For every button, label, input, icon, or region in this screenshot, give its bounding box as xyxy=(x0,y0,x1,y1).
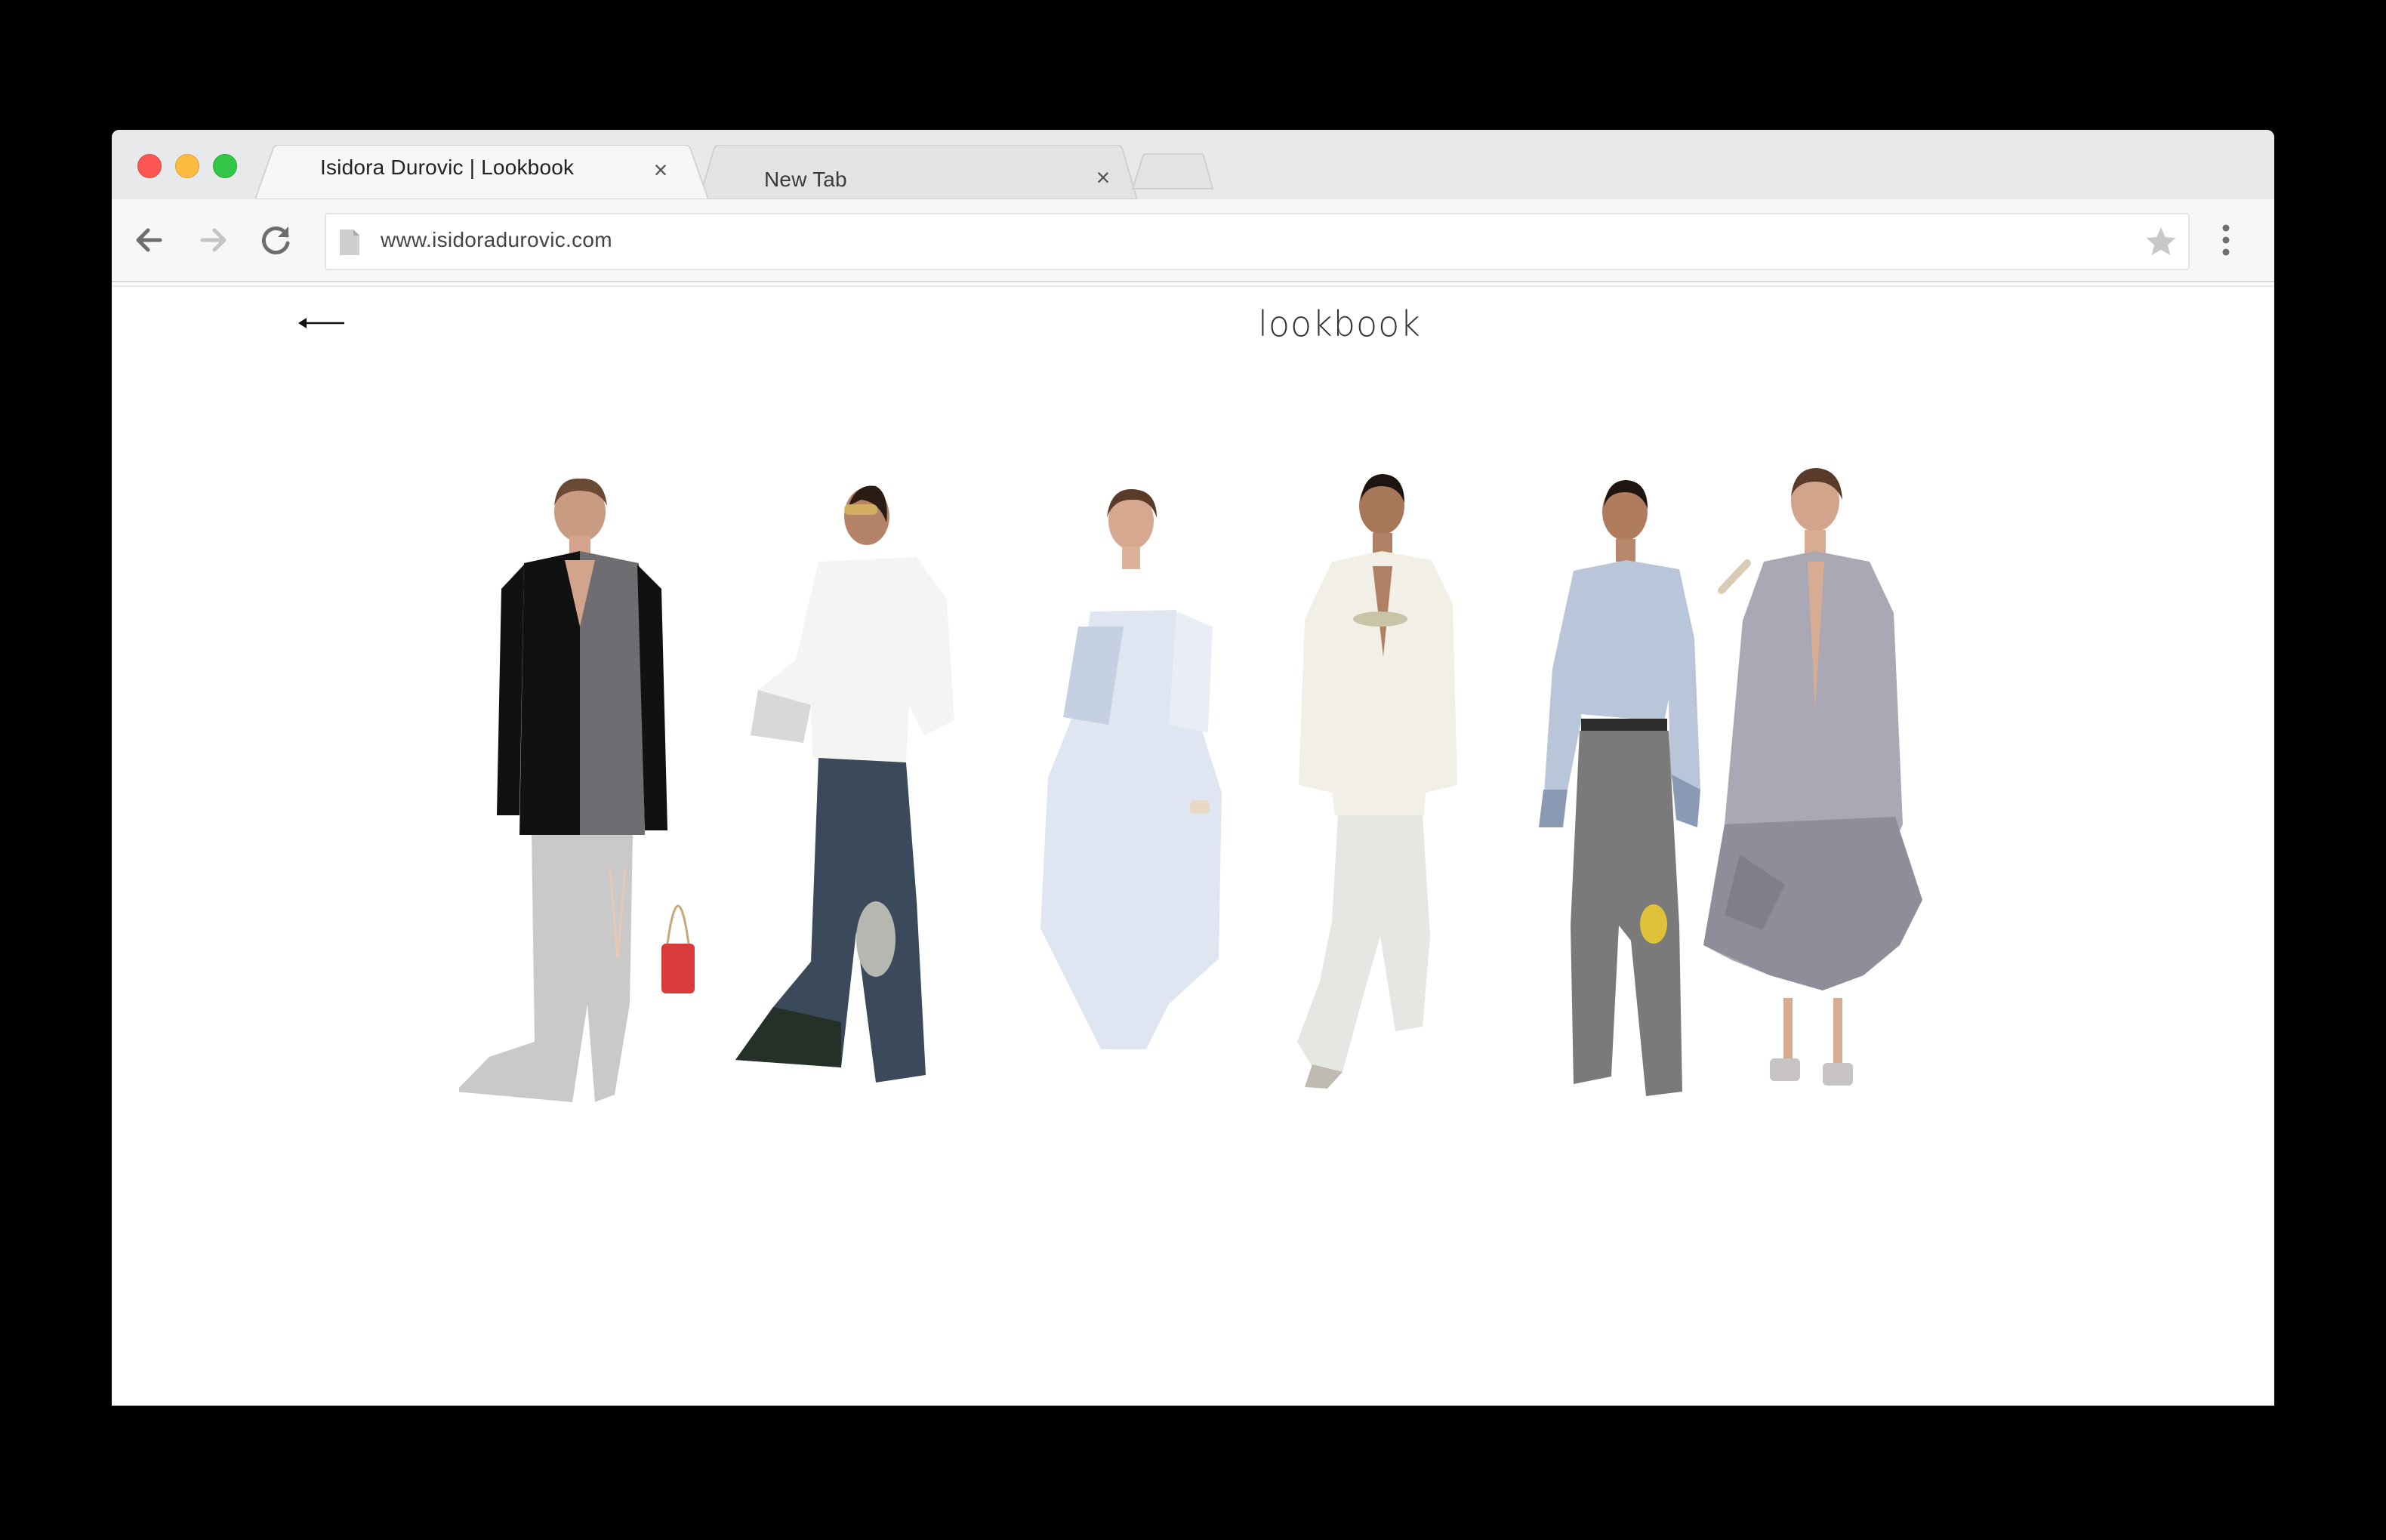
new-tab-button[interactable] xyxy=(1131,152,1214,190)
tab-strip: New Tab × Isidora Durovic | Lookbook × xyxy=(112,130,2274,199)
more-vertical-icon[interactable] xyxy=(2211,217,2241,263)
close-window-button[interactable] xyxy=(137,154,162,178)
look-image-5[interactable] xyxy=(1498,473,1725,1107)
close-icon[interactable]: × xyxy=(649,158,672,182)
look-image-6[interactable] xyxy=(1694,462,1936,1104)
address-bar[interactable]: www.isidoradurovic.com xyxy=(325,213,2190,270)
minimize-window-button[interactable] xyxy=(175,154,199,178)
maximize-window-button[interactable] xyxy=(213,154,237,178)
long-arrow-left-icon[interactable] xyxy=(297,314,346,332)
look-image-4[interactable] xyxy=(1259,468,1486,1095)
star-icon[interactable] xyxy=(2144,225,2178,258)
look-image-3[interactable] xyxy=(1018,476,1244,1080)
toolbar-divider xyxy=(112,281,2274,282)
arrow-left-icon[interactable] xyxy=(127,217,172,263)
tab-title: New Tab xyxy=(764,168,847,191)
reload-icon[interactable] xyxy=(254,217,299,263)
close-icon[interactable]: × xyxy=(1092,165,1114,189)
look-image-1[interactable] xyxy=(459,476,701,1110)
tab-new-tab[interactable]: New Tab × xyxy=(699,145,1137,199)
tab-lookbook[interactable]: Isidora Durovic | Lookbook × xyxy=(255,145,708,199)
url-text: www.isidoradurovic.com xyxy=(381,228,612,251)
tab-title: Isidora Durovic | Lookbook xyxy=(320,156,575,179)
arrow-right-icon[interactable] xyxy=(190,217,236,263)
browser-toolbar: www.isidoradurovic.com xyxy=(112,199,2274,282)
page-icon xyxy=(340,229,359,255)
browser-window: New Tab × Isidora Durovic | Lookbook × w… xyxy=(112,130,2274,1406)
look-image-2[interactable] xyxy=(728,479,970,1098)
page-title: lookbook xyxy=(1258,303,1421,344)
lookbook-page: lookbook xyxy=(112,287,2274,1406)
